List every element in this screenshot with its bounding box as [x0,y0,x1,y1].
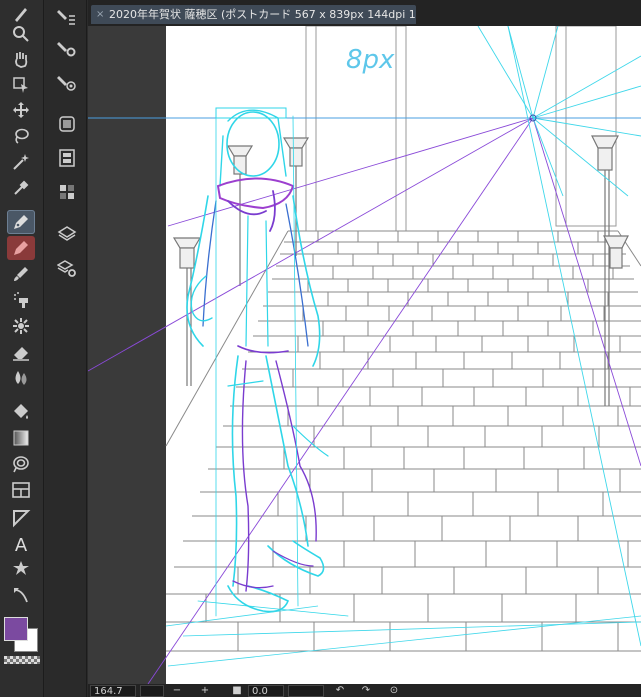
balloon-icon [13,561,29,575]
tool-pen[interactable] [7,210,35,234]
tool-text[interactable]: A [7,532,35,556]
subtool-layers[interactable] [54,222,80,246]
gradient-icon [13,430,29,446]
move-icon [13,102,29,118]
rotate-left-button[interactable]: ↶ [334,685,346,697]
contour-icon [13,456,29,473]
tab-close-icon[interactable]: × [96,5,104,24]
fit-screen-button[interactable]: ■ [232,685,242,697]
tool-move[interactable] [7,98,35,122]
canvas-workspace[interactable]: 8px [88,26,641,684]
subtool-pen-2[interactable] [54,36,80,60]
zoom-slider[interactable] [140,685,164,697]
tool-eraser[interactable] [7,340,35,364]
text-icon: A [15,535,28,554]
transparent-color-swatch[interactable] [4,656,40,664]
blend-icon [15,371,27,385]
subtool-filmstrip[interactable] [54,146,80,170]
zoom-in-button[interactable]: + [200,685,210,697]
zoom-out-button[interactable]: − [172,685,182,697]
subtool-grid[interactable] [54,180,80,204]
rotation-value-field[interactable]: 0.0 [248,685,284,697]
tool-balloon[interactable] [7,557,35,581]
tool-pencil[interactable] [7,236,35,260]
tool-ruler[interactable] [7,506,35,530]
tool-line-correct[interactable] [7,583,35,607]
brush-icon [14,267,28,281]
magic-wand-icon [13,154,29,170]
tool-eyedropper[interactable] [7,176,35,200]
subtool-layers-settings[interactable] [54,256,80,280]
tool-blend[interactable] [7,366,35,390]
grid-icon [60,185,74,199]
eyedropper-icon [14,180,29,195]
pen-small-icon [15,8,27,22]
subtool-pen-3[interactable] [54,70,80,94]
tool-magic-wand[interactable] [7,150,35,174]
object-select-icon [13,77,28,93]
layer-square-icon [59,116,75,132]
tool-airbrush[interactable] [7,288,35,312]
zoom-value-field[interactable]: 164.7 [90,685,136,697]
filmstrip-icon [59,149,75,167]
pencil-icon [14,241,28,255]
correct-line-icon [14,588,28,603]
hand-icon [15,52,28,68]
subtool-pen-1[interactable] [54,4,80,28]
document-tab-bar: × 2020年年賀状 薩穂区 (ポストカード 567 x 839px 144dp… [88,0,641,26]
sub-tool-palette [45,0,87,697]
decoration-icon [13,318,29,334]
pen-gear-icon [57,42,76,57]
layers-icon [57,226,77,241]
subtool-layer-color[interactable] [54,112,80,136]
eraser-icon [13,347,29,361]
tool-palette: A [0,0,44,697]
pen-icon [14,215,28,229]
pen-target-icon [57,76,76,91]
tool-fill[interactable] [7,400,35,424]
frame-border-icon [12,482,30,498]
rotate-right-button[interactable]: ↷ [360,685,372,697]
tool-frame[interactable] [7,478,35,502]
lasso-icon [15,128,29,144]
tool-gradient[interactable] [7,426,35,450]
tool-lasso[interactable] [7,124,35,148]
airbrush-icon [14,292,28,308]
tool-hand[interactable] [7,47,35,71]
fill-bucket-icon [14,404,28,419]
rotation-slider[interactable] [288,685,324,697]
status-bar: 164.7 − + ■ 0.0 ↶ ↷ ⊙ [88,684,641,697]
magnifier-icon [13,26,29,42]
ruler-icon [13,510,31,528]
paper [166,26,641,684]
tool-decoration[interactable] [7,314,35,338]
tool-object[interactable] [7,73,35,97]
document-tab[interactable]: × 2020年年賀状 薩穂区 (ポストカード 567 x 839px 144dp… [91,5,416,24]
document-title: 2020年年賀状 薩穂区 (ポストカード 567 x 839px 144dpi … [109,8,416,21]
layers-gear-icon [57,260,76,277]
text-icon-glyph: A [15,535,28,554]
canvas-annotation: 8px [346,45,395,75]
tool-zoom[interactable] [7,22,35,46]
rotate-reset-button[interactable]: ⊙ [388,685,400,697]
canvas-drawing[interactable]: 8px [88,26,641,684]
tool-contour[interactable] [7,452,35,476]
main-color-swatch[interactable] [4,617,28,641]
app-window: A × 2020年年賀状 薩穂区 (ポストカード 567 x 839px 144… [0,0,641,697]
tool-brush[interactable] [7,262,35,286]
pen-nib-icon [57,10,75,25]
